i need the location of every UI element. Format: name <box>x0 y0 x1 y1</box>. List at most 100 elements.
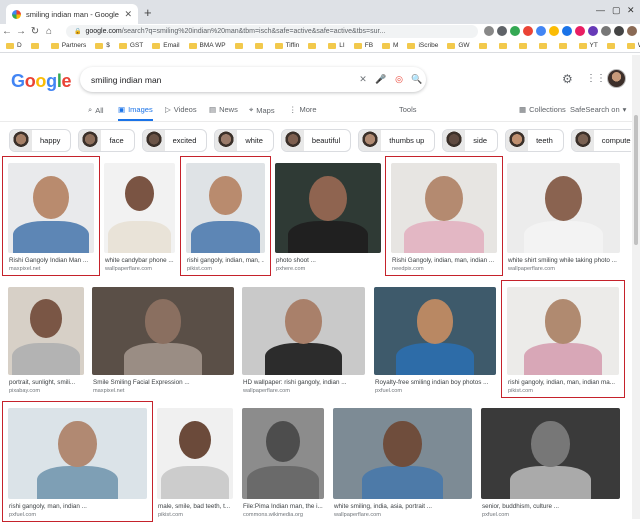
result-caption[interactable]: Smile Smiling Facial Expression ... <box>93 379 233 386</box>
bookmark-item[interactable]: Tiffin <box>274 42 299 49</box>
image-result[interactable]: Smile Smiling Facial Expression ... maxpi… <box>92 287 234 399</box>
result-thumbnail[interactable] <box>157 408 233 499</box>
bookmark-item[interactable] <box>606 42 618 49</box>
result-source[interactable]: pikist.com <box>158 512 232 518</box>
extension-icon[interactable] <box>562 26 572 36</box>
result-source[interactable]: commons.wikimedia.org <box>243 512 323 518</box>
tab-maps[interactable]: ⌖ Maps <box>249 105 275 115</box>
result-thumbnail[interactable] <box>242 408 324 499</box>
microphone-icon[interactable]: 🎤 <box>372 74 390 85</box>
browser-tab[interactable]: smiling indian man - Google Se... ✕ <box>6 4 138 24</box>
extension-icon[interactable] <box>484 26 494 36</box>
extension-icon[interactable] <box>523 26 533 36</box>
chip-computer[interactable]: computer <box>570 129 631 152</box>
image-result[interactable]: portrait, sunlight, smili... pixabay.com <box>8 287 84 399</box>
avatar[interactable] <box>607 69 626 88</box>
result-thumbnail[interactable] <box>333 408 472 499</box>
extension-icon[interactable] <box>588 26 598 36</box>
bookmark-item[interactable]: $ <box>95 42 110 49</box>
back-icon[interactable]: ← <box>0 26 14 37</box>
image-result[interactable]: File:Pima Indian man, the i... commons.wi… <box>242 408 324 523</box>
extension-icon[interactable] <box>575 26 585 36</box>
image-result[interactable]: photo shoot ... pxhere.com <box>275 163 381 277</box>
search-box[interactable]: smiling indian man ✕ 🎤 ◎ 🔍 <box>80 67 426 92</box>
chip-happy[interactable]: happy <box>9 129 72 152</box>
result-thumbnail[interactable] <box>374 287 496 375</box>
bookmark-item[interactable]: Email <box>152 42 180 49</box>
result-caption[interactable]: white shirt smiling while taking photo .… <box>508 257 619 264</box>
close-tab-icon[interactable]: ✕ <box>124 9 132 20</box>
bookmark-item[interactable]: D <box>6 42 22 49</box>
bookmark-item[interactable]: Websites <box>626 42 640 49</box>
extension-icon[interactable] <box>549 26 559 36</box>
result-thumbnail[interactable] <box>275 163 381 253</box>
tools-button[interactable]: Tools <box>399 105 417 114</box>
scrollbar-thumb[interactable] <box>634 115 638 245</box>
result-source[interactable]: pxfuel.com <box>482 512 619 518</box>
image-result[interactable]: white smiling, india, asia, portrait ...… <box>333 408 472 523</box>
image-result[interactable]: male, smile, bad teeth, t... pikist.com <box>157 408 233 523</box>
tab-videos[interactable]: ▷ Videos <box>165 105 197 114</box>
chip-face[interactable]: face <box>78 129 135 152</box>
result-caption[interactable]: male, smile, bad teeth, t... <box>158 503 232 510</box>
bookmark-item[interactable]: LI <box>328 42 345 49</box>
tab-news[interactable]: ▤ News <box>209 105 238 114</box>
result-caption[interactable]: Royalty-free smiling indian boy photos .… <box>375 379 495 386</box>
result-source[interactable]: wallpaperflare.com <box>508 266 619 272</box>
bookmark-item[interactable] <box>30 42 42 49</box>
camera-search-icon[interactable]: ◎ <box>390 74 408 85</box>
chip-white[interactable]: white <box>214 129 274 152</box>
new-tab-icon[interactable]: + <box>144 5 152 20</box>
clear-icon[interactable]: ✕ <box>354 74 372 85</box>
chip-side[interactable]: side <box>442 129 499 152</box>
result-thumbnail[interactable] <box>104 163 175 253</box>
result-thumbnail[interactable] <box>8 287 84 375</box>
result-caption[interactable]: senior, buddhism, culture ... <box>482 503 619 510</box>
address-bar[interactable]: 🔒 google.com /search?q=smiling%20indian%… <box>66 25 478 38</box>
image-result[interactable]: white shirt smiling while taking photo .… <box>507 163 620 277</box>
bookmark-item[interactable]: GW <box>447 42 470 49</box>
image-result[interactable]: white candybar phone ... wallpaperflare.c… <box>104 163 175 277</box>
bookmark-item[interactable]: YT <box>578 42 598 49</box>
bookmark-item[interactable]: FB <box>353 42 373 49</box>
extension-icon[interactable] <box>614 26 624 36</box>
result-caption[interactable]: File:Pima Indian man, the i... <box>243 503 323 510</box>
bookmark-item[interactable] <box>308 42 319 49</box>
home-icon[interactable]: ⌂ <box>42 26 56 37</box>
result-source[interactable]: maxpixel.net <box>93 388 233 394</box>
chip-thumbs-up[interactable]: thumbs up <box>358 129 436 152</box>
scrollbar[interactable] <box>632 55 640 519</box>
google-logo[interactable]: Google <box>11 71 72 92</box>
result-source[interactable]: pxhere.com <box>276 266 380 272</box>
bookmark-item[interactable]: Partners <box>50 42 86 49</box>
bookmark-item[interactable]: M <box>382 42 398 49</box>
extension-icon[interactable] <box>601 26 611 36</box>
chip-excited[interactable]: excited <box>141 129 208 152</box>
bookmark-item[interactable]: iScribe <box>407 42 438 49</box>
tab-images[interactable]: ▣ Images <box>118 105 153 121</box>
bookmark-item[interactable]: GST <box>118 42 143 49</box>
settings-gear-icon[interactable]: ⚙ <box>562 72 573 86</box>
apps-grid-icon[interactable]: ⋮⋮ <box>586 73 606 84</box>
result-caption[interactable]: white smiling, india, asia, portrait ... <box>334 503 471 510</box>
image-result[interactable]: senior, buddhism, culture ... pxfuel.com <box>481 408 620 523</box>
result-caption[interactable]: photo shoot ... <box>276 257 380 264</box>
tab-more[interactable]: ⋮ More <box>289 105 317 114</box>
minimize-icon[interactable]: — <box>596 5 605 15</box>
close-window-icon[interactable]: ✕ <box>627 5 635 16</box>
search-icon[interactable]: 🔍 <box>408 74 426 85</box>
chip-beautiful[interactable]: beautiful <box>280 129 352 152</box>
bookmark-item[interactable] <box>538 42 550 49</box>
bookmark-item[interactable] <box>234 42 246 49</box>
result-caption[interactable]: portrait, sunlight, smili... <box>9 379 83 386</box>
result-thumbnail[interactable] <box>92 287 234 375</box>
bookmark-item[interactable] <box>558 42 570 49</box>
result-source[interactable]: pixabay.com <box>9 388 83 394</box>
bookmark-item[interactable] <box>518 42 530 49</box>
bookmark-item[interactable] <box>254 42 266 49</box>
result-source[interactable]: wallpaperflare.com <box>243 388 364 394</box>
image-result[interactable]: HD wallpaper: rishi gangoly, indian ... w… <box>242 287 365 399</box>
result-source[interactable]: wallpaperflare.com <box>105 266 174 272</box>
tab-all[interactable]: ⌕ All <box>88 105 104 115</box>
maximize-icon[interactable]: ▢ <box>612 5 621 16</box>
